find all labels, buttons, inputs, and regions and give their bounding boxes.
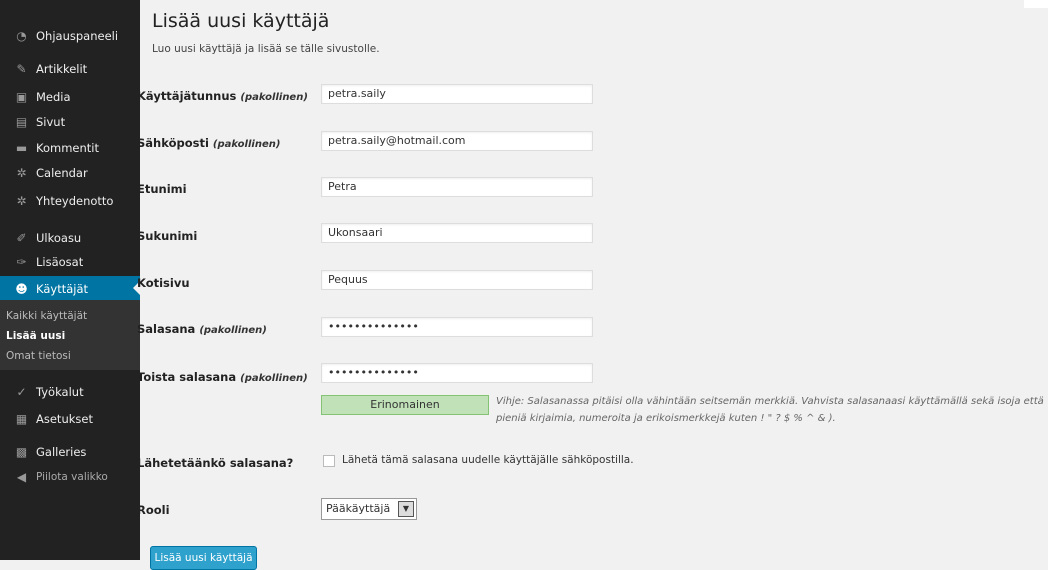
settings-icon: ▦ [15,412,28,426]
main-content: Lisää uusi käyttäjä Luo uusi käyttäjä ja… [137,0,1048,570]
send-password-checkbox-label[interactable]: Lähetä tämä salasana uudelle käyttäjälle… [342,454,634,466]
add-user-button[interactable]: Lisää uusi käyttäjä [150,546,257,570]
gallery-icon: ▩ [15,445,28,459]
sidebar-item-label: Ulkoasu [36,231,82,245]
role-select-value: Pääkäyttäjä [326,502,391,515]
sidebar-item-contact[interactable]: ✲ Yhteydenotto [0,189,140,213]
website-label: Kotisivu [137,276,190,290]
sidebar-item-comments[interactable]: ▬ Kommentit [0,136,140,160]
role-label: Rooli [137,503,170,517]
page-icon: ▤ [15,115,28,129]
page-title: Lisää uusi käyttäjä [152,10,330,32]
plugin-icon: ✑ [16,255,27,269]
chevron-down-icon[interactable]: ▼ [398,501,414,517]
gear-icon: ✲ [16,194,27,208]
sidebar-item-label: Yhteydenotto [36,194,114,208]
sidebar-item-dashboard[interactable]: ◔ Ohjauspaneeli [0,24,140,48]
wrench-icon: ✓ [16,385,27,399]
dashboard-icon: ◔ [16,29,27,43]
sidebar-item-label: Galleries [36,445,87,459]
email-label: Sähköposti (pakollinen) [137,136,281,150]
sidebar-item-appearance[interactable]: ✐ Ulkoasu [0,226,140,250]
username-field[interactable]: petra.saily [321,84,593,104]
sidebar-item-label: Kommentit [36,141,99,155]
sidebar-item-plugins[interactable]: ✑ Lisäosat [0,250,140,274]
sidebar-item-tools[interactable]: ✓ Työkalut [0,380,140,404]
page-subtitle: Luo uusi käyttäjä ja lisää se tälle sivu… [152,43,380,55]
help-tab[interactable] [1024,0,1048,8]
send-password-checkbox[interactable] [323,455,335,467]
comment-icon: ▬ [15,141,28,155]
users-submenu: Kaikki käyttäjät Lisää uusi Omat tietosi [0,300,140,370]
sidebar-item-label: Käyttäjät [36,281,89,296]
send-password-label: Lähetetäänkö salasana? [137,456,294,470]
lastname-field[interactable]: Ukonsaari [321,223,593,243]
submenu-add-new[interactable]: Lisää uusi [6,330,65,342]
password-label: Salasana (pakollinen) [137,322,267,336]
sidebar-item-label: Calendar [36,166,88,180]
sidebar-item-users[interactable]: ☻ Käyttäjät [0,276,140,301]
sidebar-item-label: Sivut [36,115,66,129]
sidebar-item-label: Artikkelit [36,62,88,76]
sidebar-item-galleries[interactable]: ▩ Galleries [0,440,140,464]
password-hint: Vihje: Salasanassa pitäisi olla vähintää… [496,396,1044,424]
role-select[interactable]: Pääkäyttäjä ▼ [321,498,417,520]
sidebar-item-posts[interactable]: ✎ Artikkelit [0,57,140,81]
sidebar-item-label: Lisäosat [36,255,84,269]
firstname-label: Etunimi [137,182,187,196]
collapse-menu-button[interactable]: ◀ Piilota valikko [0,465,140,489]
firstname-field[interactable]: Petra [321,177,593,197]
password-strength-indicator: Erinomainen [321,395,489,415]
email-field[interactable]: petra.saily@hotmail.com [321,131,593,151]
sidebar-item-media[interactable]: ▣ Media [0,85,140,109]
submenu-your-profile[interactable]: Omat tietosi [6,350,71,362]
password-field[interactable]: •••••••••••••• [321,317,593,337]
password-repeat-field[interactable]: •••••••••••••• [321,363,593,383]
submenu-all-users[interactable]: Kaikki käyttäjät [6,310,87,322]
sidebar-item-settings[interactable]: ▦ Asetukset [0,407,140,431]
password-repeat-label: Toista salasana (pakollinen) [137,370,308,384]
user-icon: ☻ [15,281,28,296]
sidebar-item-pages[interactable]: ▤ Sivut [0,110,140,134]
gear-icon: ✲ [16,166,27,180]
sidebar-item-label: Asetukset [36,412,93,426]
username-label: Käyttäjätunnus (pakollinen) [137,89,308,103]
lastname-label: Sukunimi [137,229,198,243]
brush-icon: ✐ [16,231,27,245]
website-field[interactable]: Pequus [321,270,593,290]
collapse-icon: ◀ [16,470,27,484]
sidebar-item-label: Media [36,90,71,104]
media-icon: ▣ [15,90,28,104]
admin-sidebar: ◔ Ohjauspaneeli ✎ Artikkelit ▣ Media ▤ Sivut… [0,0,140,560]
sidebar-item-label: Työkalut [36,385,84,399]
pin-icon: ✎ [16,62,27,76]
sidebar-item-label: Piilota valikko [36,471,108,483]
sidebar-item-label: Ohjauspaneeli [36,29,119,43]
sidebar-item-calendar[interactable]: ✲ Calendar [0,161,140,185]
